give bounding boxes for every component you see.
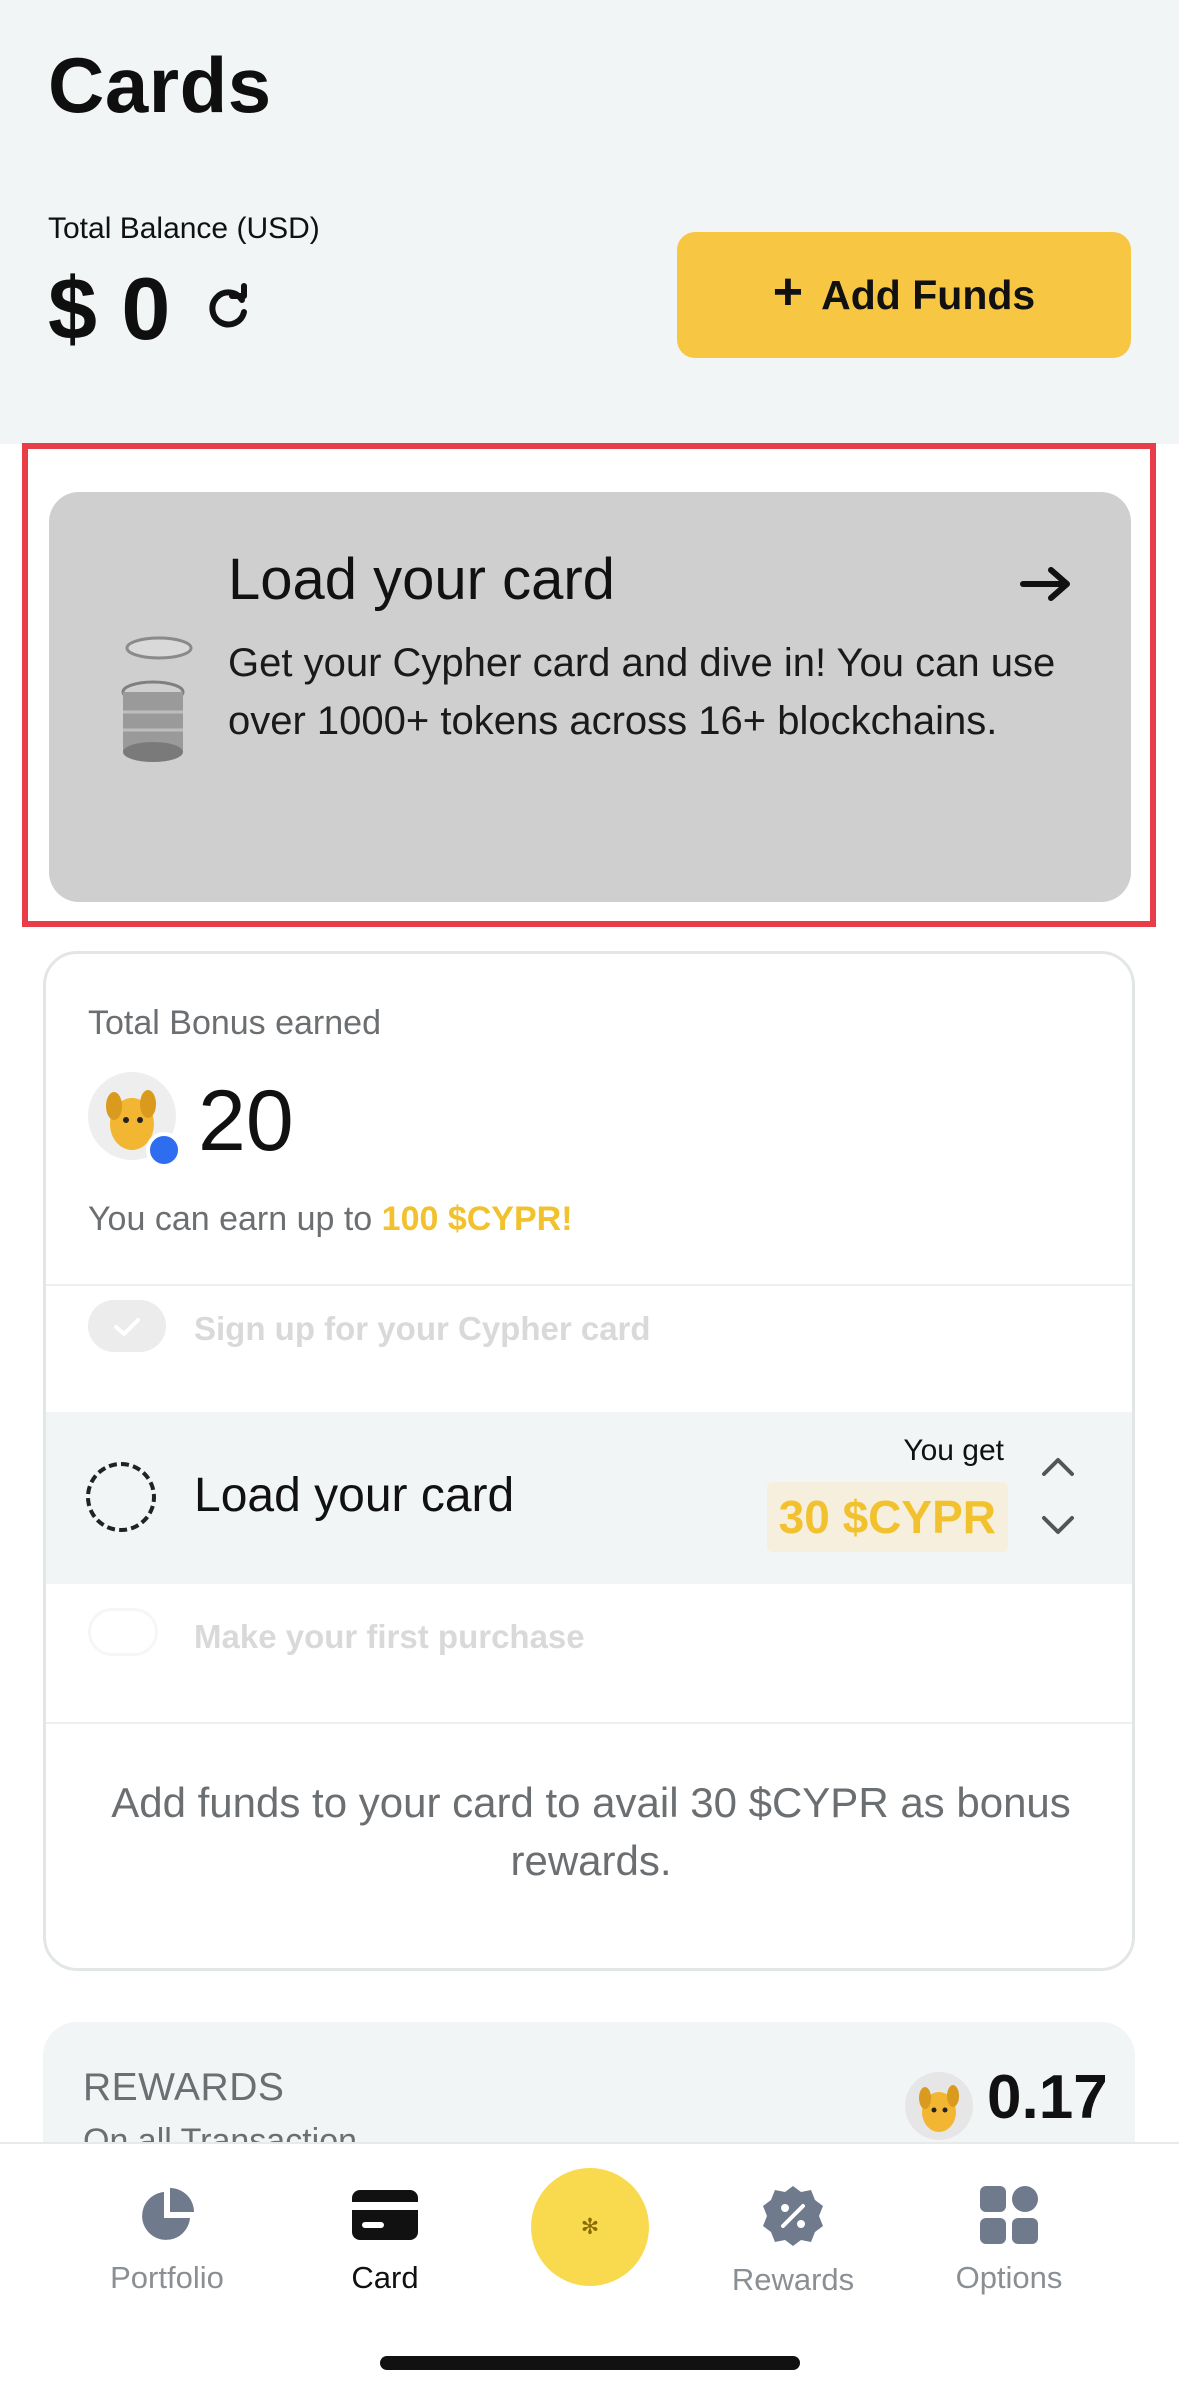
tab-portfolio[interactable]: Portfolio [72,2184,262,2296]
chevron-up-icon[interactable] [1040,1454,1076,1478]
bonus-value: 20 [198,1073,294,1169]
divider [46,1722,1132,1724]
balance-label: Total Balance (USD) [48,212,320,245]
earn-highlight: 100 $CYPR! [381,1200,573,1238]
mascot-icon [905,2072,973,2140]
load-card-banner[interactable]: Load your card Get your Cypher card and … [49,492,1131,902]
bonus-label: Total Bonus earned [88,1004,381,1042]
home-indicator [380,2356,800,2370]
check-icon [114,1318,140,1336]
pie-chart-icon [142,2188,194,2240]
task-load-card-label: Load your card [194,1469,515,1522]
earn-prefix: You can earn up to [88,1200,382,1238]
divider [46,1284,1132,1286]
chevron-down-icon[interactable] [1040,1514,1076,1538]
reward-badge: 30 $CYPR [766,1482,1008,1552]
tab-rewards-label: Rewards [731,2262,855,2297]
add-funds-button[interactable]: + Add Funds [677,232,1131,358]
card-icon [352,2190,418,2240]
bonus-info-text: Add funds to your card to avail 30 $CYPR… [111,1779,1071,1884]
task-done-check [88,1300,166,1352]
refresh-icon[interactable] [202,282,254,334]
earn-text: You can earn up to 100 $CYPR! [88,1200,573,1239]
grid-icon [980,2186,1038,2244]
sparkle-icon: ✻ [580,2214,600,2239]
tab-card-label: Card [351,2260,419,2295]
tab-card[interactable]: Card [290,2184,480,2296]
balance-value: $ 0 [48,259,171,358]
task-load-card-row[interactable]: Load your card You get 30 $CYPR [46,1412,1132,1584]
coins-icon [121,636,193,762]
page-title: Cards [48,41,272,129]
tab-options[interactable]: Options [914,2184,1104,2296]
tab-options-label: Options [955,2260,1063,2295]
rewards-value: 0.17 [987,2063,1108,2132]
add-funds-label: Add Funds [821,271,1036,318]
you-get-label: You get [903,1434,1004,1467]
header-section: Cards Total Balance (USD) $ 0 + Add Fund… [0,0,1179,444]
task-purchase-label: Make your first purchase [194,1618,585,1655]
percent-badge-icon [763,2186,823,2246]
center-action-button[interactable]: ✻ [531,2168,649,2286]
tab-portfolio-label: Portfolio [110,2260,224,2295]
pending-circle-icon [86,1462,156,1532]
task-pending-indicator [88,1608,158,1656]
mascot-icon [88,1072,182,1168]
load-card-title: Load your card [228,547,615,612]
tab-rewards[interactable]: Rewards [698,2184,888,2298]
bonus-card: Total Bonus earned 20 You can earn up to… [43,951,1135,1971]
load-card-description: Get your Cypher card and dive in! You ca… [228,641,1056,743]
plus-icon: + [772,263,804,321]
arrow-right-icon [1020,567,1070,601]
task-signup-label: Sign up for your Cypher card [194,1310,651,1347]
rewards-title: REWARDS [83,2066,285,2109]
